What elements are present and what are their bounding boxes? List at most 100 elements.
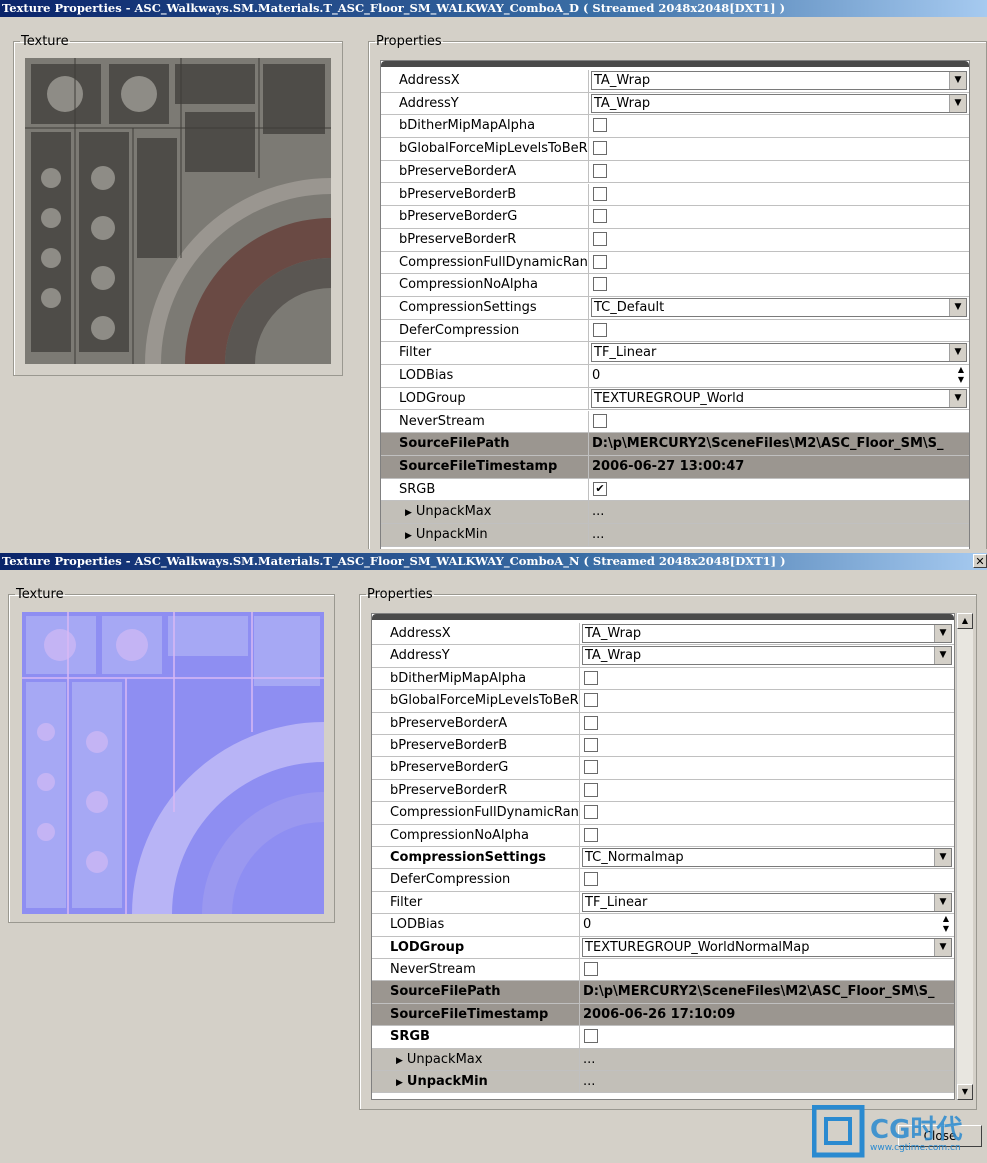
dropdown-arrow-icon[interactable]: ▼ (949, 344, 966, 362)
close-icon[interactable]: ✕ (973, 554, 987, 568)
property-row-bpreserveborderb[interactable]: bPreserveBorderB (372, 735, 954, 758)
property-row-sourcefilepath[interactable]: SourceFilePath D:\p\MERCURY2\SceneFiles\M… (372, 981, 954, 1004)
property-row-bglobalforcemiplevelstober[interactable]: bGlobalForceMipLevelsToBeR (381, 138, 969, 161)
property-row-unpackmax[interactable]: ▶ UnpackMax... (381, 501, 969, 524)
property-checkbox[interactable]: ✔ (593, 481, 607, 496)
property-row-srgb[interactable]: SRGB (372, 1026, 954, 1049)
property-value[interactable]: ... (580, 1071, 954, 1092)
property-value[interactable]: 0 ▲ ▼ (580, 914, 954, 935)
property-value[interactable]: TA_Wrap ▼ (580, 645, 954, 666)
property-value[interactable]: TA_Wrap ▼ (580, 623, 954, 644)
property-combo[interactable]: TEXTUREGROUP_World ▼ (591, 388, 967, 408)
property-checkbox[interactable] (584, 1029, 598, 1044)
property-value[interactable] (580, 959, 954, 980)
property-row-neverstream[interactable]: NeverStream (372, 959, 954, 982)
property-combo[interactable]: TA_Wrap ▼ (591, 93, 967, 113)
property-checkbox[interactable] (584, 693, 598, 708)
property-row-lodbias[interactable]: LODBias 0 ▲ ▼ (381, 365, 969, 388)
spinner-arrows-icon[interactable]: ▲ ▼ (940, 914, 952, 935)
dropdown-arrow-icon[interactable]: ▼ (934, 893, 951, 911)
property-value[interactable]: TA_Wrap ▼ (589, 70, 969, 92)
property-combo[interactable]: TA_Wrap ▼ (582, 646, 952, 666)
property-value[interactable] (589, 229, 969, 251)
property-row-bpreserveborderr[interactable]: bPreserveBorderR (372, 779, 954, 803)
property-row-unpackmin[interactable]: ▶ UnpackMin... (372, 1071, 954, 1094)
property-row-bpreserveborderg[interactable]: bPreserveBorderG (381, 206, 969, 229)
property-value[interactable] (589, 161, 969, 183)
property-value[interactable]: 2006-06-27 13:00:47 (589, 456, 969, 478)
property-row-defercompression[interactable]: DeferCompression (372, 869, 954, 892)
property-row-unpackmax[interactable]: ▶ UnpackMax... (372, 1048, 954, 1071)
property-combo[interactable]: TC_Normalmap ▼ (582, 848, 952, 867)
property-value[interactable] (589, 206, 969, 228)
property-row-addressy[interactable]: AddressY TA_Wrap ▼ (372, 645, 954, 668)
expand-arrow-icon[interactable]: ▶ (396, 1056, 403, 1066)
property-value[interactable] (589, 115, 969, 137)
property-combo[interactable]: TF_Linear ▼ (582, 892, 952, 912)
property-row-srgb[interactable]: SRGB ✔ (381, 478, 969, 502)
dropdown-arrow-icon[interactable]: ▼ (934, 938, 951, 956)
property-row-compressionnoalpha[interactable]: CompressionNoAlpha (372, 824, 954, 847)
property-row-compressionsettings[interactable]: CompressionSettings TC_Default ▼ (381, 297, 969, 320)
property-value[interactable] (580, 668, 954, 689)
window-title-bar[interactable]: Texture Properties - ASC_Walkways.SM.Mat… (0, 0, 987, 17)
property-value[interactable] (589, 138, 969, 160)
property-value[interactable]: TEXTUREGROUP_WorldNormalMap ▼ (580, 937, 954, 958)
property-row-bpreserveborderg[interactable]: bPreserveBorderG (372, 757, 954, 780)
property-value[interactable] (580, 690, 954, 711)
property-row-sourcefiletimestamp[interactable]: SourceFileTimestamp 2006-06-26 17:10:09 (372, 1003, 954, 1027)
property-value[interactable] (589, 184, 969, 206)
spin-value[interactable]: 0 (583, 917, 591, 932)
property-value[interactable]: TF_Linear ▼ (580, 892, 954, 913)
property-row-lodbias[interactable]: LODBias 0 ▲ ▼ (372, 914, 954, 937)
property-value[interactable]: ... (580, 1049, 954, 1070)
property-row-bpreservebordera[interactable]: bPreserveBorderA (372, 712, 954, 735)
property-row-lodgroup[interactable]: LODGroup TEXTUREGROUP_WorldNormalMap ▼ (372, 936, 954, 959)
expand-arrow-icon[interactable]: ▶ (405, 508, 412, 518)
property-checkbox[interactable] (584, 715, 598, 730)
property-row-bpreserveborderb[interactable]: bPreserveBorderB (381, 183, 969, 207)
property-checkbox[interactable] (593, 277, 607, 292)
window-title-bar[interactable]: Texture Properties - ASC_Walkways.SM.Mat… (0, 553, 987, 570)
property-value[interactable]: ... (589, 524, 969, 546)
property-value[interactable] (589, 252, 969, 274)
property-checkbox[interactable] (593, 254, 607, 269)
dropdown-arrow-icon[interactable]: ▼ (949, 389, 966, 407)
property-row-bglobalforcemiplevelstober[interactable]: bGlobalForceMipLevelsToBeR (372, 690, 954, 713)
property-row-bdithermipmapalpha[interactable]: bDitherMipMapAlpha (372, 667, 954, 691)
property-combo[interactable]: TA_Wrap ▼ (591, 71, 967, 90)
property-value[interactable] (580, 1026, 954, 1047)
property-row-compressionfulldynamicrang[interactable]: CompressionFullDynamicRang (381, 251, 969, 275)
property-checkbox[interactable] (584, 670, 598, 685)
property-value[interactable]: ... (589, 501, 969, 523)
property-checkbox[interactable] (593, 322, 607, 337)
property-value[interactable]: ✔ (589, 479, 969, 501)
property-row-compressionnoalpha[interactable]: CompressionNoAlpha (381, 274, 969, 297)
property-combo[interactable]: TEXTUREGROUP_WorldNormalMap ▼ (582, 937, 952, 957)
property-row-filter[interactable]: Filter TF_Linear ▼ (381, 342, 969, 366)
property-value[interactable]: 0 ▲ ▼ (589, 365, 969, 387)
property-row-addressx[interactable]: AddressX TA_Wrap ▼ (372, 623, 954, 646)
property-row-compressionsettings[interactable]: CompressionSettings TC_Normalmap ▼ (372, 847, 954, 870)
property-row-unpackmin[interactable]: ▶ UnpackMin... (381, 524, 969, 547)
spin-value[interactable]: 0 (592, 368, 600, 383)
dropdown-arrow-icon[interactable]: ▼ (949, 299, 966, 316)
property-checkbox[interactable] (593, 413, 607, 428)
expand-arrow-icon[interactable]: ▶ (405, 531, 412, 541)
property-checkbox[interactable] (584, 805, 598, 820)
property-row-filter[interactable]: Filter TF_Linear ▼ (372, 891, 954, 915)
property-checkbox[interactable] (584, 738, 598, 752)
property-row-sourcefiletimestamp[interactable]: SourceFileTimestamp 2006-06-27 13:00:47 (381, 455, 969, 479)
property-value[interactable] (589, 274, 969, 296)
property-checkbox[interactable] (593, 118, 607, 133)
dropdown-arrow-icon[interactable]: ▼ (949, 72, 966, 89)
spinner-arrows-icon[interactable]: ▲ ▼ (955, 365, 967, 386)
property-row-addressx[interactable]: AddressX TA_Wrap ▼ (381, 70, 969, 93)
dropdown-arrow-icon[interactable]: ▼ (934, 647, 951, 665)
property-combo[interactable]: TC_Default ▼ (591, 298, 967, 317)
property-row-bpreservebordera[interactable]: bPreserveBorderA (381, 160, 969, 184)
property-row-lodgroup[interactable]: LODGroup TEXTUREGROUP_World ▼ (381, 387, 969, 411)
property-value[interactable]: TEXTUREGROUP_World ▼ (589, 388, 969, 410)
property-checkbox[interactable] (593, 186, 607, 201)
property-checkbox[interactable] (584, 872, 598, 887)
